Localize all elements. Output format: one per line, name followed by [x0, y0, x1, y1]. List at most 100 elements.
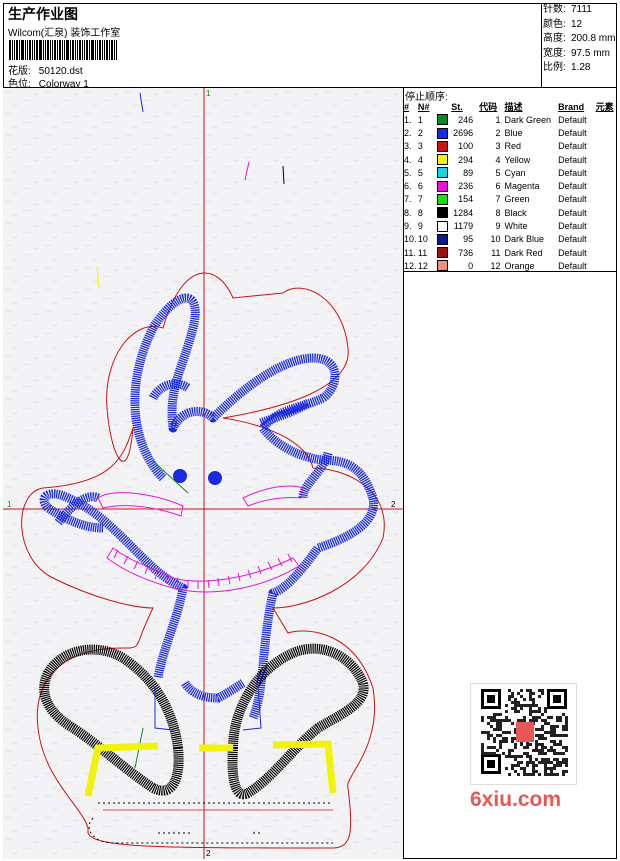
stat-scale: 比例: 1.28: [543, 62, 591, 73]
barcode-bar: [91, 40, 94, 60]
qr-module: [538, 737, 541, 740]
cell-code: 1: [495, 114, 501, 125]
qr-module: [559, 752, 562, 755]
qr-module: [505, 716, 508, 719]
qr-module: [538, 761, 541, 764]
qr-module: [541, 746, 544, 749]
qr-module: [562, 713, 565, 716]
qr-module: [544, 767, 547, 770]
barcode-bar: [106, 40, 108, 60]
qr-module: [499, 746, 502, 749]
qr-module: [511, 740, 514, 743]
qr-module: [565, 716, 568, 719]
qr-module: [502, 737, 505, 740]
qr-module: [529, 713, 532, 716]
qr-module: [535, 728, 538, 731]
qr-module: [490, 734, 493, 737]
qr-module: [496, 728, 499, 731]
stop-sequence-table: # N# St. 代码 描述 Brand 元素 1. 1 246 1 Dark Gree…: [404, 100, 617, 273]
qr-module: [529, 755, 532, 758]
qr-module: [493, 752, 496, 755]
qr-module: [544, 710, 547, 713]
company-name: Wilcom(汇泉) 装饰工作室: [8, 28, 121, 39]
qr-module: [514, 764, 517, 767]
color-swatch: [437, 220, 449, 232]
qr-module: [547, 749, 550, 752]
qr-module: [553, 773, 556, 776]
qr-module: [496, 725, 499, 728]
design-canvas[interactable]: 1 2 1 2: [3, 88, 404, 859]
barcode-bar: [102, 40, 103, 60]
qr-module: [493, 716, 496, 719]
cell-brand: Default: [558, 167, 587, 178]
qr-module: [562, 725, 565, 728]
cell-n: 5.: [404, 167, 412, 178]
cell-desc: Magenta: [504, 181, 540, 192]
qr-module: [544, 770, 547, 773]
qr-module: [490, 716, 493, 719]
page-title: 生产作业图: [8, 6, 78, 22]
qr-module: [556, 764, 559, 767]
table-row: 6. 6 236 6 Magenta Default: [404, 179, 617, 192]
qr-module: [535, 746, 538, 749]
qr-module: [529, 692, 532, 695]
qr-module: [541, 728, 544, 731]
qr-module: [511, 749, 514, 752]
qr-module: [538, 716, 541, 719]
qr-module: [565, 758, 568, 761]
qr-module: [511, 707, 514, 710]
cell-n: 2.: [404, 127, 412, 138]
qr-module: [544, 746, 547, 749]
axis-bottom-label: 2: [206, 849, 211, 858]
qr-module: [547, 758, 550, 761]
qr-module: [556, 758, 559, 761]
cell-brand: Default: [558, 141, 587, 152]
qr-module: [505, 767, 508, 770]
color-swatch: [437, 167, 449, 179]
qr-module: [556, 773, 559, 776]
qr-module: [544, 764, 547, 767]
barcode-bar: [45, 40, 46, 60]
color-swatch: [437, 114, 449, 126]
qr-module: [514, 770, 517, 773]
qr-module: [565, 746, 568, 749]
qr-module: [559, 743, 562, 746]
qr-module: [538, 773, 541, 776]
qr-module: [511, 764, 514, 767]
qr-module: [508, 695, 511, 698]
qr-module: [529, 743, 532, 746]
table-row: 7. 7 154 7 Green Default: [404, 193, 617, 206]
barcode-bar: [114, 40, 115, 60]
qr-module: [544, 758, 547, 761]
stat-width: 宽度: 97.5 mm: [543, 47, 610, 59]
qr-module: [481, 731, 484, 734]
qr-module: [532, 770, 535, 773]
header-block: 生产作业图 Wilcom(汇泉) 装饰工作室 花版: 50120.dst 色位:…: [3, 3, 542, 90]
cell-needle: 9: [417, 221, 423, 232]
qr-module: [520, 695, 523, 698]
qr-module: [520, 704, 523, 707]
qr-module: [547, 767, 550, 770]
qr-module: [523, 746, 526, 749]
qr-module: [529, 707, 532, 710]
cell-desc: Cyan: [504, 167, 526, 178]
cell-st: 100: [458, 141, 474, 152]
embroidery-preview: 1 2 1 2: [3, 88, 403, 859]
cell-brand: Default: [558, 194, 587, 205]
qr-module: [487, 734, 490, 737]
qr-module: [493, 737, 496, 740]
cell-desc: Dark Green: [504, 114, 552, 125]
qr-module: [508, 698, 511, 701]
cell-n: 10.: [404, 234, 417, 245]
qr-module: [541, 743, 544, 746]
qr-module: [499, 722, 502, 725]
qr-module: [553, 758, 556, 761]
cell-needle: 8: [417, 207, 423, 218]
cell-desc: Red: [504, 141, 522, 152]
qr-module: [550, 749, 553, 752]
qr-module: [490, 719, 493, 722]
qr-module: [538, 710, 541, 713]
barcode-bar: [111, 40, 113, 60]
qr-module: [535, 758, 538, 761]
qr-finder-core: [553, 695, 561, 703]
